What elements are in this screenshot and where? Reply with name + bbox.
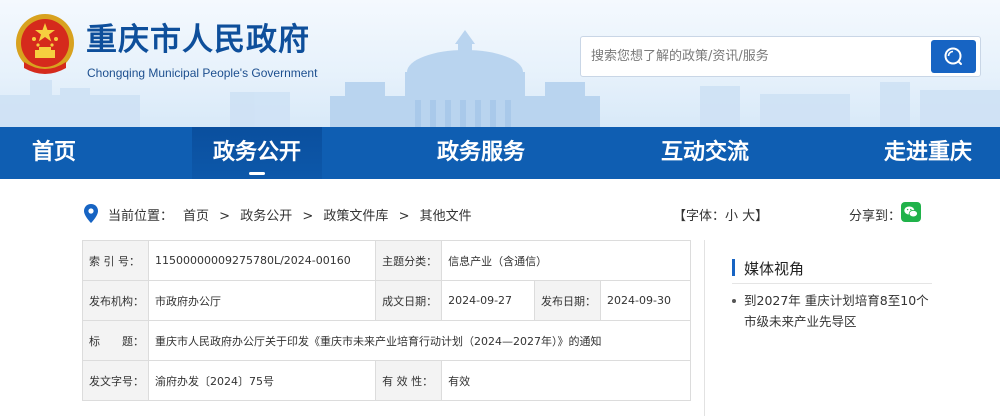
publish-date-value: 2024-09-30: [600, 280, 691, 321]
main-nav: 首页 政务公开 政务服务 互动交流 走进重庆: [0, 127, 1000, 179]
breadcrumb-separator: >: [219, 209, 231, 224]
national-emblem-logo: [16, 14, 74, 74]
index-label: 索 引 号：: [82, 240, 149, 281]
doc-number-label: 发文字号：: [82, 360, 149, 401]
written-date-value: 2024-09-27: [441, 280, 536, 321]
breadcrumb-bar: 当前位置： 首页 > 政务公开 > 政策文件库 > 其他文件 【字体：小 大】 …: [82, 200, 922, 228]
font-size-control[interactable]: 【字体：小 大】: [673, 205, 768, 224]
site-title: 重庆市人民政府: [86, 22, 310, 58]
document-info-table: 索 引 号： 11500000009275780L/2024-00160 主题分…: [82, 240, 691, 401]
breadcrumb-link-government-affairs[interactable]: 政务公开: [240, 209, 292, 224]
sidebar-accent-bar: [732, 259, 735, 276]
active-indicator: [249, 172, 265, 175]
breadcrumb-link-policy-library[interactable]: 政策文件库: [323, 209, 388, 224]
wechat-share-icon[interactable]: [901, 202, 921, 222]
search-button[interactable]: [931, 40, 976, 73]
wechat-icon: [904, 206, 918, 218]
nav-item-about-chongqing[interactable]: 走进重庆: [884, 127, 972, 179]
index-value: 11500000009275780L/2024-00160: [147, 240, 377, 281]
breadcrumb-link-other-documents[interactable]: 其他文件: [420, 209, 472, 224]
topic-label: 主题分类：: [375, 240, 443, 281]
sidebar-title: 媒体视角: [744, 260, 805, 278]
site-header: 重庆市人民政府 Chongqing Municipal People's Gov…: [0, 0, 1000, 127]
bullet-icon: [732, 299, 736, 303]
search-box: [580, 36, 981, 77]
validity-value: 有效: [441, 360, 691, 401]
written-date-label: 成文日期：: [375, 280, 443, 321]
sidebar-news-link[interactable]: 到2027年 重庆计划培育8至10个市级未来产业先导区: [744, 290, 929, 332]
breadcrumb-link-home[interactable]: 首页: [183, 209, 209, 224]
sidebar-title-underline: [732, 283, 932, 284]
nav-item-services[interactable]: 政务服务: [437, 127, 525, 179]
table-row: 索 引 号： 11500000009275780L/2024-00160 主题分…: [82, 240, 691, 281]
breadcrumb-separator: >: [398, 209, 410, 224]
table-row: 标 题： 重庆市人民政府办公厅关于印发《重庆市未来产业培育行动计划（2024—2…: [82, 320, 691, 361]
topic-value: 信息产业（含通信）: [441, 240, 691, 281]
issuer-value: 市政府办公厅: [147, 280, 377, 321]
title-value: 重庆市人民政府办公厅关于印发《重庆市未来产业培育行动计划（2024—2027年）…: [148, 320, 691, 361]
nav-item-interaction[interactable]: 互动交流: [661, 127, 749, 179]
share-label: 分享到：: [849, 209, 902, 224]
breadcrumb-separator: >: [302, 209, 314, 224]
sidebar-divider: [704, 240, 705, 416]
publish-date-label: 发布日期：: [534, 280, 602, 321]
nav-item-government-affairs[interactable]: 政务公开: [192, 127, 323, 179]
search-input[interactable]: [591, 37, 931, 76]
title-label: 标 题：: [82, 320, 149, 361]
location-pin-icon: [84, 204, 98, 223]
table-row: 发文字号： 渝府办发〔2024〕75号 有 效 性： 有效: [82, 360, 691, 401]
doc-number-value: 渝府办发〔2024〕75号: [147, 360, 377, 401]
breadcrumb-prefix: 当前位置：: [108, 209, 174, 224]
validity-label: 有 效 性：: [375, 360, 443, 401]
nav-item-label: 政务公开: [213, 140, 302, 165]
table-row: 发布机构： 市政府办公厅 成文日期： 2024-09-27 发布日期： 2024…: [82, 280, 691, 321]
site-subtitle: Chongqing Municipal People's Government: [87, 66, 318, 80]
search-icon: [944, 47, 962, 65]
issuer-label: 发布机构：: [82, 280, 149, 321]
breadcrumb: 首页 > 政务公开 > 政策文件库 > 其他文件: [183, 205, 478, 224]
nav-item-home[interactable]: 首页: [32, 127, 76, 179]
